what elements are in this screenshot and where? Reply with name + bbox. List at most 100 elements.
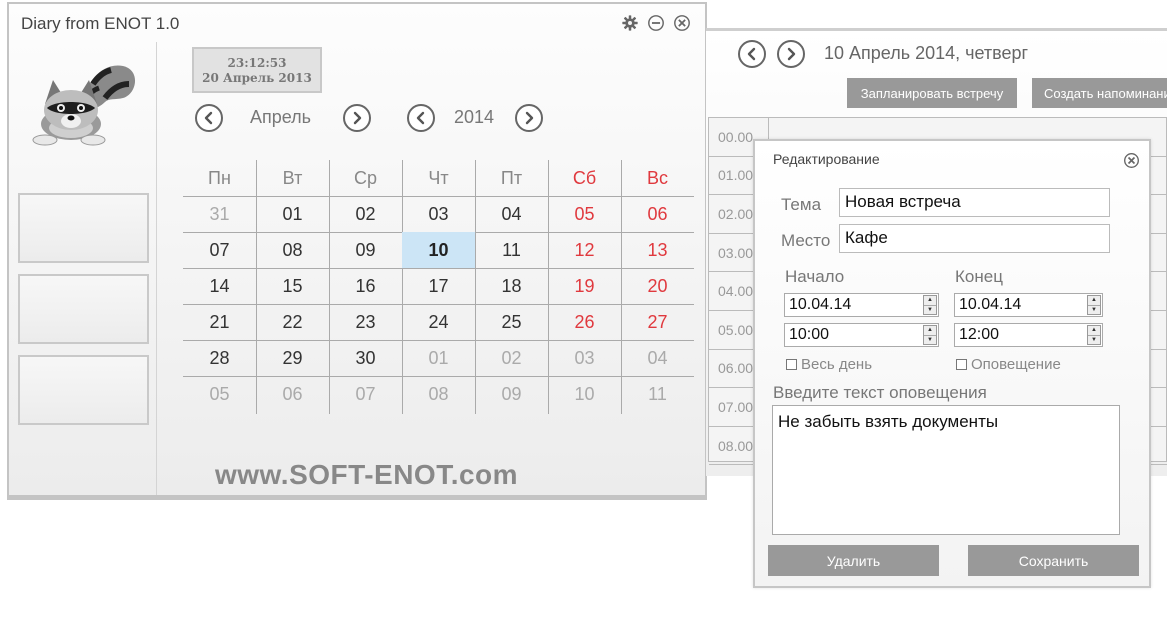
weekday-header: Сб (572, 167, 597, 188)
calendar-day[interactable]: 22 (256, 304, 329, 340)
calendar-day[interactable]: 25 (475, 304, 548, 340)
close-icon (674, 15, 690, 31)
checkbox-box[interactable] (956, 359, 967, 370)
dialog-close-button[interactable] (1123, 152, 1140, 169)
next-year-button[interactable] (515, 104, 543, 132)
calendar-day[interactable]: 17 (402, 268, 475, 304)
start-date-value: 10.04.14 (789, 296, 852, 313)
all-day-checkbox[interactable]: Весь день (786, 356, 872, 373)
calendar-day[interactable]: 26 (548, 304, 621, 340)
schedule-meeting-button[interactable]: Запланировать встречу (847, 78, 1017, 108)
calendar-day[interactable]: 01 (256, 196, 329, 232)
calendar-day[interactable]: 14 (183, 268, 256, 304)
topic-input[interactable]: Новая встреча (839, 188, 1110, 217)
end-label: Конец (955, 267, 1003, 286)
calendar-day[interactable]: 23 (329, 304, 402, 340)
calendar-day[interactable]: 20 (621, 268, 694, 304)
end-time-value: 12:00 (959, 326, 1000, 343)
clock-display: 23:12:53 20 Апрель 2013 (192, 47, 322, 93)
spin-down-icon[interactable]: ▼ (924, 304, 936, 315)
create-reminder-button[interactable]: Создать напоминание (1032, 78, 1167, 108)
spin-up-icon[interactable]: ▲ (1088, 296, 1100, 305)
calendar-day[interactable]: 19 (548, 268, 621, 304)
prev-month-button[interactable] (195, 104, 223, 132)
start-date-spin-buttons[interactable]: ▲ ▼ (923, 295, 937, 315)
chevron-left-icon (416, 111, 425, 125)
calendar-day[interactable]: 10 (402, 232, 475, 268)
next-day-button[interactable] (777, 40, 805, 68)
end-time-stepper[interactable]: 12:00 ▲ ▼ (954, 323, 1103, 347)
weekday-header: Вс (646, 167, 668, 188)
next-month-button[interactable] (343, 104, 371, 132)
settings-button[interactable] (621, 14, 639, 32)
prev-day-button[interactable] (738, 40, 766, 68)
sidebar (9, 42, 157, 495)
calendar-day-other-month[interactable]: 09 (475, 376, 548, 412)
calendar-day-other-month[interactable]: 06 (256, 376, 329, 412)
topic-label: Тема (781, 195, 822, 214)
calendar-day-other-month[interactable]: 05 (183, 376, 256, 412)
calendar-day-other-month[interactable]: 10 (548, 376, 621, 412)
website-link[interactable]: www.SOFT-ENOT.com (215, 459, 518, 491)
sidebar-slot-3[interactable] (18, 355, 149, 425)
spin-up-icon[interactable]: ▲ (1088, 326, 1100, 335)
calendar-day-other-month[interactable]: 07 (329, 376, 402, 412)
notification-label: Оповещение (971, 356, 1061, 373)
calendar-day[interactable]: 28 (183, 340, 256, 376)
delete-button[interactable]: Удалить (768, 545, 939, 576)
calendar-day[interactable]: 04 (475, 196, 548, 232)
start-time-spin-buttons[interactable]: ▲ ▼ (923, 325, 937, 345)
spin-up-icon[interactable]: ▲ (924, 296, 936, 305)
calendar-day[interactable]: 09 (329, 232, 402, 268)
calendar-day[interactable]: 13 (621, 232, 694, 268)
calendar-day[interactable]: 29 (256, 340, 329, 376)
calendar-day-other-month[interactable]: 01 (402, 340, 475, 376)
checkbox-box[interactable] (786, 359, 797, 370)
calendar-day[interactable]: 27 (621, 304, 694, 340)
calendar-day[interactable]: 30 (329, 340, 402, 376)
notification-checkbox[interactable]: Оповещение (956, 356, 1061, 373)
spin-up-icon[interactable]: ▲ (924, 326, 936, 335)
calendar-day[interactable]: 24 (402, 304, 475, 340)
calendar-day[interactable]: 03 (402, 196, 475, 232)
minimize-icon (648, 15, 664, 31)
start-time-stepper[interactable]: 10:00 ▲ ▼ (784, 323, 939, 347)
weekday-header: Пн (208, 167, 231, 188)
calendar-day[interactable]: 16 (329, 268, 402, 304)
calendar-day[interactable]: 02 (329, 196, 402, 232)
calendar-day-other-month[interactable]: 03 (548, 340, 621, 376)
calendar-day[interactable]: 08 (256, 232, 329, 268)
close-icon (1124, 153, 1139, 168)
prev-year-button[interactable] (407, 104, 435, 132)
spin-down-icon[interactable]: ▼ (924, 334, 936, 345)
minimize-button[interactable] (647, 14, 665, 32)
end-date-spin-buttons[interactable]: ▲ ▼ (1087, 295, 1101, 315)
calendar-day-other-month[interactable]: 11 (621, 376, 694, 412)
save-button[interactable]: Сохранить (968, 545, 1139, 576)
calendar-day[interactable]: 11 (475, 232, 548, 268)
calendar-day-other-month[interactable]: 02 (475, 340, 548, 376)
window-controls (621, 14, 691, 32)
sidebar-slot-2[interactable] (18, 274, 149, 344)
calendar-day-other-month[interactable]: 04 (621, 340, 694, 376)
end-time-spin-buttons[interactable]: ▲ ▼ (1087, 325, 1101, 345)
calendar-day[interactable]: 07 (183, 232, 256, 268)
place-input[interactable]: Кафе (839, 224, 1110, 253)
weekday-header: Чт (428, 167, 449, 188)
calendar-day[interactable]: 06 (621, 196, 694, 232)
end-date-stepper[interactable]: 10.04.14 ▲ ▼ (954, 293, 1103, 317)
close-button[interactable] (673, 14, 691, 32)
sidebar-slot-1[interactable] (18, 193, 149, 263)
calendar-day[interactable]: 18 (475, 268, 548, 304)
calendar-day-other-month[interactable]: 31 (183, 196, 256, 232)
calendar-day[interactable]: 12 (548, 232, 621, 268)
start-date-stepper[interactable]: 10.04.14 ▲ ▼ (784, 293, 939, 317)
calendar-day[interactable]: 21 (183, 304, 256, 340)
notify-text-area[interactable]: Не забыть взять документы (772, 405, 1120, 535)
calendar-day-other-month[interactable]: 08 (402, 376, 475, 412)
spin-down-icon[interactable]: ▼ (1088, 334, 1100, 345)
calendar-day[interactable]: 15 (256, 268, 329, 304)
start-label: Начало (785, 267, 845, 286)
spin-down-icon[interactable]: ▼ (1088, 304, 1100, 315)
calendar-day[interactable]: 05 (548, 196, 621, 232)
